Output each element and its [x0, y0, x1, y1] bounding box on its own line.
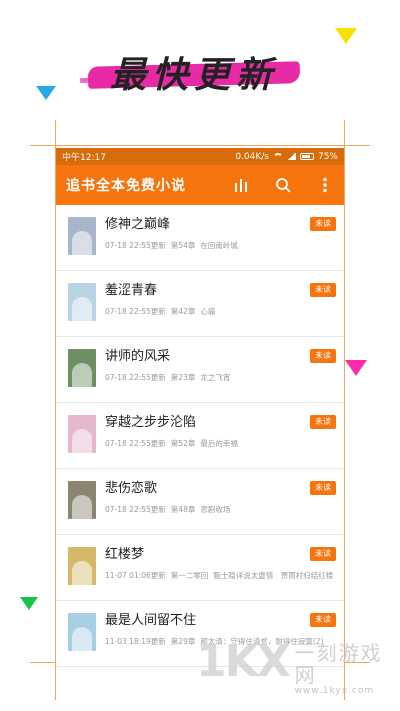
status-right: 0.04K/s 75% — [235, 152, 338, 162]
site-watermark: 1KX 一刻游戏网 www.1kyx.com — [196, 636, 400, 697]
book-title: 红楼梦 — [105, 547, 145, 562]
latest-chapter: 最后的幸福 — [200, 439, 238, 448]
update-time: 07-18 22:55更新 — [105, 505, 166, 514]
promo-headline: 最快更新 — [110, 54, 279, 96]
battery-icon — [299, 153, 314, 160]
signal-icon — [286, 153, 296, 160]
book-info: 11-07 01:06更新 第一二零回 甄士隐详说太虚情 贾雨村归结红楼梦 — [105, 570, 334, 581]
chapter-number: 第48章 — [170, 505, 196, 514]
ranking-bars-icon[interactable] — [232, 176, 250, 194]
book-title: 穿越之步步沦陷 — [105, 415, 197, 430]
chapter-number: 第54章 — [170, 241, 196, 250]
book-row[interactable]: 红楼梦 11-07 01:06更新 第一二零回 甄士隐详说太虚情 贾雨村归结红楼梦 未读 — [56, 535, 344, 601]
book-meta: 修神之巅峰 07-18 22:55更新 第54章 在回南岭城 — [105, 215, 334, 251]
book-cover — [68, 349, 96, 387]
network-speed: 0.04K/s — [235, 151, 269, 162]
deco-frame-line-right — [344, 120, 345, 700]
book-meta: 穿越之步步沦陷 07-18 22:55更新 第52章 最后的幸福 — [105, 413, 334, 449]
phone-screen: 中午12:17 0.04K/s 75% 追书全本免费小说 修神之巅峰 07-18 … — [56, 148, 344, 688]
book-cover — [68, 481, 96, 519]
more-vert-icon[interactable] — [316, 176, 334, 194]
yellow-triangle-icon — [335, 28, 357, 44]
book-title: 修神之巅峰 — [105, 217, 171, 232]
status-time: 中午12:17 — [62, 153, 106, 163]
book-cover — [68, 217, 96, 255]
status-bar: 中午12:17 0.04K/s 75% — [56, 148, 344, 165]
update-time: 11-07 01:06更新 — [105, 571, 166, 580]
book-row[interactable]: 羞涩青春 07-18 22:55更新 第42章 心痛 未读 — [56, 271, 344, 337]
chapter-number: 第29章 — [170, 637, 196, 646]
unread-badge: 未读 — [310, 415, 336, 429]
wifi-icon — [272, 152, 283, 161]
book-meta: 讲师的风采 07-18 22:55更新 第23章 龙之飞宵 — [105, 347, 334, 383]
latest-chapter: 龙之飞宵 — [200, 373, 231, 382]
watermark-logo: 1KX — [196, 636, 291, 687]
book-meta: 红楼梦 11-07 01:06更新 第一二零回 甄士隐详说太虚情 贾雨村归结红楼梦 — [105, 545, 334, 581]
update-time: 07-18 22:55更新 — [105, 307, 166, 316]
battery-level: 75% — [317, 151, 338, 162]
book-cover — [68, 547, 96, 585]
latest-chapter: 在回南岭城 — [200, 241, 238, 250]
deco-frame-line-top — [30, 145, 370, 146]
latest-chapter: 心痛 — [200, 307, 216, 316]
pink-triangle-icon — [345, 360, 367, 376]
chapter-number: 第一二零回 — [170, 571, 209, 580]
chapter-number: 第23章 — [170, 373, 196, 382]
update-time: 07-18 22:55更新 — [105, 241, 166, 250]
book-row[interactable]: 穿越之步步沦陷 07-18 22:55更新 第52章 最后的幸福 未读 — [56, 403, 344, 469]
chapter-number: 第42章 — [170, 307, 196, 316]
book-info: 07-18 22:55更新 第52章 最后的幸福 — [105, 438, 334, 449]
unread-badge: 未读 — [310, 481, 336, 495]
book-meta: 羞涩青春 07-18 22:55更新 第42章 心痛 — [105, 281, 334, 317]
book-cover — [68, 283, 96, 321]
update-time: 11-03 18:19更新 — [105, 637, 166, 646]
book-meta: 悲伤恋歌 07-18 22:55更新 第48章 悲剧收场 — [105, 479, 334, 515]
app-title: 追书全本免费小说 — [66, 178, 186, 194]
book-title: 悲伤恋歌 — [105, 481, 158, 496]
book-title: 讲师的风采 — [105, 349, 171, 364]
book-cover — [68, 415, 96, 453]
book-list: 修神之巅峰 07-18 22:55更新 第54章 在回南岭城 未读 羞涩青春 07-18 2… — [56, 205, 344, 667]
app-bar-actions — [232, 176, 334, 194]
book-info: 07-18 22:55更新 第54章 在回南岭城 — [105, 240, 334, 251]
book-title: 羞涩青春 — [105, 283, 158, 298]
book-info: 07-18 22:55更新 第23章 龙之飞宵 — [105, 372, 334, 383]
book-row[interactable]: 修神之巅峰 07-18 22:55更新 第54章 在回南岭城 未读 — [56, 205, 344, 271]
watermark-name: 一刻游戏网 — [294, 641, 383, 687]
app-bar: 追书全本免费小说 — [56, 165, 344, 205]
unread-badge: 未读 — [310, 613, 336, 627]
unread-badge: 未读 — [310, 283, 336, 297]
latest-chapter: 悲剧收场 — [200, 505, 231, 514]
book-cover — [68, 613, 96, 651]
book-info: 07-18 22:55更新 第48章 悲剧收场 — [105, 504, 334, 515]
search-icon[interactable] — [274, 176, 292, 194]
unread-badge: 未读 — [310, 217, 336, 231]
latest-chapter: 甄士隐详说太虚情 贾雨村归结红楼梦 — [213, 571, 334, 580]
chapter-number: 第52章 — [170, 439, 196, 448]
unread-badge: 未读 — [310, 349, 336, 363]
book-info: 07-18 22:55更新 第42章 心痛 — [105, 306, 334, 317]
book-row[interactable]: 悲伤恋歌 07-18 22:55更新 第48章 悲剧收场 未读 — [56, 469, 344, 535]
unread-badge: 未读 — [310, 547, 336, 561]
book-row[interactable]: 讲师的风采 07-18 22:55更新 第23章 龙之飞宵 未读 — [56, 337, 344, 403]
watermark-url: www.1kyx.com — [294, 686, 375, 696]
update-time: 07-18 22:55更新 — [105, 439, 166, 448]
book-title: 最是人间留不住 — [105, 613, 197, 628]
update-time: 07-18 22:55更新 — [105, 373, 166, 382]
blue-triangle-icon — [36, 86, 56, 100]
watermark-text: 一刻游戏网 www.1kyx.com — [295, 642, 400, 696]
green-triangle-icon — [20, 597, 38, 610]
